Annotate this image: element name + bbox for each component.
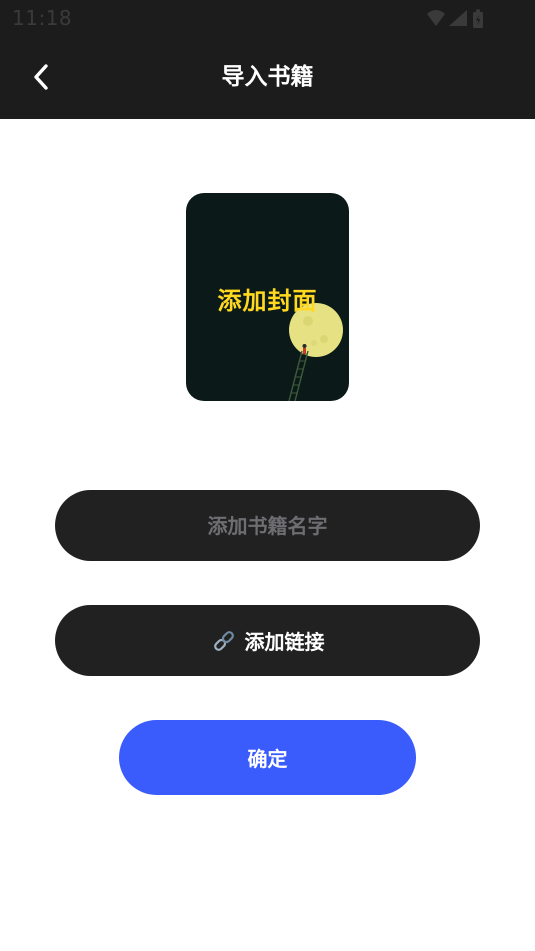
link-icon	[213, 630, 234, 651]
wifi-icon	[427, 10, 445, 26]
status-time: 11:18	[12, 6, 73, 30]
app-header: 11:18 导入书籍	[0, 0, 535, 119]
page-title: 导入书籍	[221, 64, 314, 90]
add-link-button[interactable]: 添加链接	[55, 605, 480, 676]
confirm-button[interactable]: 确定	[119, 720, 416, 795]
status-icons	[425, 8, 495, 30]
add-link-label: 添加链接	[244, 630, 325, 654]
battery-icon	[473, 9, 483, 28]
status-bar: 11:18	[0, 0, 535, 38]
book-name-field[interactable]	[55, 489, 480, 562]
book-name-input[interactable]	[55, 489, 480, 562]
add-cover-button[interactable]: 添加封面	[186, 193, 349, 401]
signal-icon	[449, 10, 467, 26]
cover-label: 添加封面	[217, 287, 318, 315]
